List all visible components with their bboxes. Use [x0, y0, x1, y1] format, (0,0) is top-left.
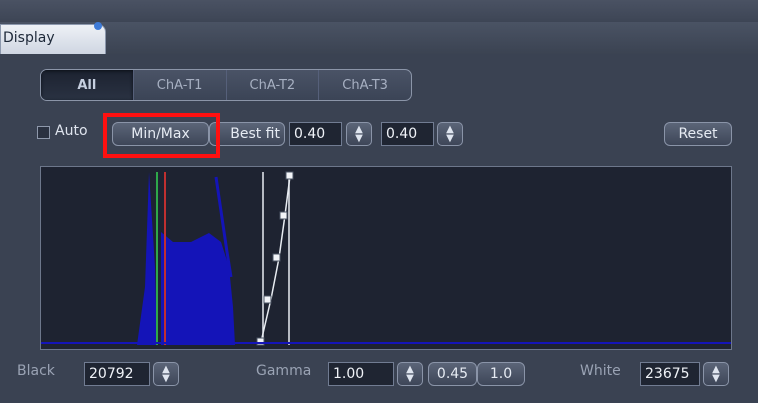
white-label: White: [580, 363, 621, 379]
minmax-highlight-box: [103, 113, 220, 158]
white-stepper[interactable]: ▲ ▼: [703, 362, 729, 386]
tab-corner-indicator: [94, 22, 102, 30]
histogram-display[interactable]: [40, 166, 732, 350]
tab-strip: [0, 22, 758, 55]
value2-field[interactable]: 0.40: [381, 122, 434, 146]
gamma-handle-2[interactable]: [263, 295, 272, 304]
gamma-preset-045-button[interactable]: 0.45: [428, 362, 477, 386]
reset-button[interactable]: Reset: [664, 122, 732, 146]
gamma-value-field[interactable]: 1.00: [328, 362, 394, 386]
black-value-field[interactable]: 20792: [84, 362, 150, 386]
white-value-field[interactable]: 23675: [640, 362, 700, 386]
histogram-svg: [41, 167, 731, 349]
black-stepper[interactable]: ▲ ▼: [153, 362, 179, 386]
channel-all-button[interactable]: All: [41, 70, 133, 100]
gamma-handle-3[interactable]: [272, 253, 281, 262]
black-label: Black: [17, 363, 55, 379]
channel-cha-t1-button[interactable]: ChA-T1: [132, 70, 226, 100]
gamma-stepper[interactable]: ▲ ▼: [397, 362, 423, 386]
channel-selector: All ChA-T1 ChA-T2 ChA-T3: [40, 69, 412, 101]
gamma-label: Gamma: [256, 363, 312, 379]
value1-field[interactable]: 0.40: [289, 122, 342, 146]
auto-checkbox[interactable]: [37, 126, 50, 139]
channel-cha-t2-button[interactable]: ChA-T2: [225, 70, 319, 100]
gamma-preset-10-button[interactable]: 1.0: [477, 362, 525, 386]
gamma-handle-4[interactable]: [279, 211, 288, 220]
gamma-handle-5[interactable]: [285, 171, 294, 180]
value2-stepper[interactable]: ▲ ▼: [437, 122, 463, 146]
tab-display[interactable]: Display: [0, 24, 106, 54]
title-bar: [0, 0, 758, 22]
bestfit-button[interactable]: Best fit: [209, 122, 285, 146]
channel-cha-t3-button[interactable]: ChA-T3: [318, 70, 411, 100]
auto-label: Auto: [55, 123, 88, 139]
value1-stepper[interactable]: ▲ ▼: [346, 122, 372, 146]
